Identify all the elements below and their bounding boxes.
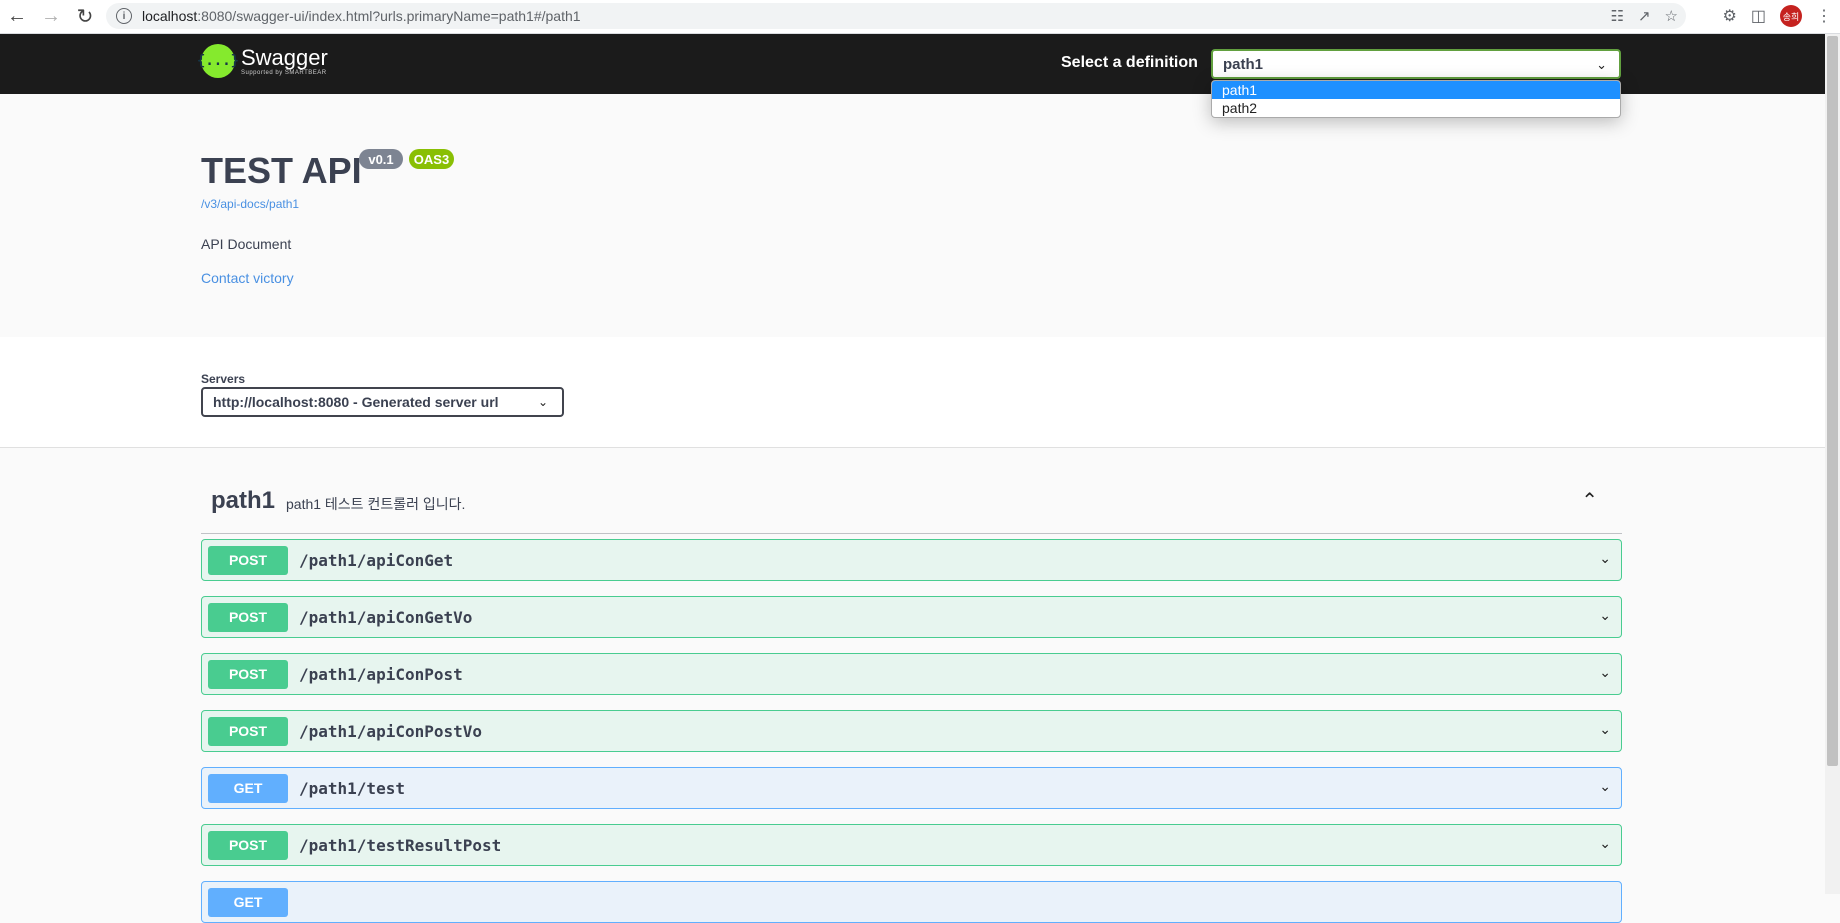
chevron-down-icon[interactable]: ⌄	[1599, 835, 1611, 852]
avatar[interactable]: 송희	[1780, 5, 1802, 27]
page-title: TEST API	[201, 150, 362, 191]
operation-path: /path1/apiConPostVo	[299, 721, 483, 741]
operation-block[interactable]: POST /path1/apiConPostVo ⌄	[201, 710, 1622, 752]
definition-selected-value: path1	[1223, 55, 1264, 73]
chevron-down-icon[interactable]: ⌄	[1599, 721, 1611, 738]
method-badge: POST	[208, 659, 288, 689]
address-bar[interactable]: i localhost:8080/swagger-ui/index.html?u…	[106, 3, 1686, 29]
operation-block[interactable]: GET /path1/test ⌄	[201, 767, 1622, 809]
logo-subtitle: Supported by SMARTBEAR	[241, 69, 327, 76]
servers-label: Servers	[201, 372, 246, 386]
method-badge: POST	[208, 545, 288, 575]
site-info-icon[interactable]: i	[116, 8, 132, 24]
scrollbar-thumb[interactable]	[1827, 36, 1838, 766]
operation-path: /path1/apiConPost	[299, 664, 463, 684]
chevron-down-icon[interactable]: ⌄	[1599, 664, 1611, 681]
chevron-down-icon[interactable]: ⌄	[1599, 550, 1611, 567]
oas-badge: OAS3	[409, 149, 454, 169]
contact-link[interactable]: Contact victory	[201, 270, 294, 286]
operation-path: /path1/testResultPost	[299, 835, 502, 855]
translate-icon[interactable]: ☷	[1611, 7, 1624, 25]
logo-title: Swagger	[241, 44, 328, 70]
swagger-logo-icon: {...}	[197, 44, 239, 78]
operation-path: /path1/apiConGet	[299, 550, 454, 570]
operation-block[interactable]: POST /path1/testResultPost ⌄	[201, 824, 1622, 866]
tag-name: path1	[211, 487, 276, 514]
url-path: :8080/swagger-ui/index.html?urls.primary…	[197, 8, 581, 24]
method-badge: POST	[208, 602, 288, 632]
forward-icon[interactable]: →	[34, 2, 68, 32]
spec-url-link[interactable]: /v3/api-docs/path1	[201, 197, 299, 211]
operation-path: /path1/test	[299, 778, 405, 798]
version-badge: v0.1	[359, 149, 403, 169]
api-description: API Document	[201, 236, 292, 252]
url-host: localhost	[142, 8, 198, 24]
method-badge: GET	[208, 773, 288, 803]
back-icon[interactable]: ←	[0, 2, 34, 32]
operation-block[interactable]: GET	[201, 881, 1622, 923]
menu-kebab-icon[interactable]: ⋮	[1816, 6, 1832, 26]
side-panel-icon[interactable]: ◫	[1751, 6, 1766, 26]
extensions-icon[interactable]: ⚙	[1723, 6, 1737, 26]
chevron-up-icon[interactable]: ⌃	[1581, 488, 1598, 513]
page-scrollbar[interactable]	[1825, 34, 1840, 894]
bookmark-star-icon[interactable]: ☆	[1665, 7, 1678, 25]
tag-description: path1 테스트 컨트롤러 입니다.	[286, 496, 466, 512]
definition-option-path2[interactable]: path2	[1212, 99, 1620, 117]
swagger-logo[interactable]: {...} Swagger Supported by SMARTBEAR	[197, 44, 328, 78]
share-icon[interactable]: ↗	[1638, 7, 1651, 25]
definition-select[interactable]: path1 ⌄	[1211, 49, 1621, 79]
definition-option-path1[interactable]: path1	[1212, 81, 1620, 99]
chevron-down-icon[interactable]: ⌄	[1599, 778, 1611, 795]
tag-section-header[interactable]: path1 path1 테스트 컨트롤러 입니다. ⌃	[201, 470, 1622, 534]
method-badge: POST	[208, 830, 288, 860]
operation-block[interactable]: POST /path1/apiConGetVo ⌄	[201, 596, 1622, 638]
chevron-down-icon: ⌄	[1596, 57, 1607, 72]
chevron-down-icon: ⌄	[537, 395, 548, 409]
method-badge: GET	[208, 887, 288, 917]
info-section: TEST API v0.1 OAS3 /v3/api-docs/path1 AP…	[0, 94, 1825, 337]
definition-label: Select a definition	[1061, 54, 1198, 71]
operation-path: /path1/apiConGetVo	[299, 607, 473, 627]
definition-dropdown: path1 path2	[1211, 80, 1621, 118]
browser-toolbar: ← → ↻ i localhost:8080/swagger-ui/index.…	[0, 0, 1840, 34]
operation-block[interactable]: POST /path1/apiConGet ⌄	[201, 539, 1622, 581]
servers-selected-value: http://localhost:8080 - Generated server…	[213, 394, 499, 410]
operation-block[interactable]: POST /path1/apiConPost ⌄	[201, 653, 1622, 695]
method-badge: POST	[208, 716, 288, 746]
reload-icon[interactable]: ↻	[68, 2, 102, 32]
servers-select[interactable]: http://localhost:8080 - Generated server…	[201, 387, 564, 417]
servers-section: Servers http://localhost:8080 - Generate…	[0, 337, 1825, 448]
chevron-down-icon[interactable]: ⌄	[1599, 607, 1611, 624]
